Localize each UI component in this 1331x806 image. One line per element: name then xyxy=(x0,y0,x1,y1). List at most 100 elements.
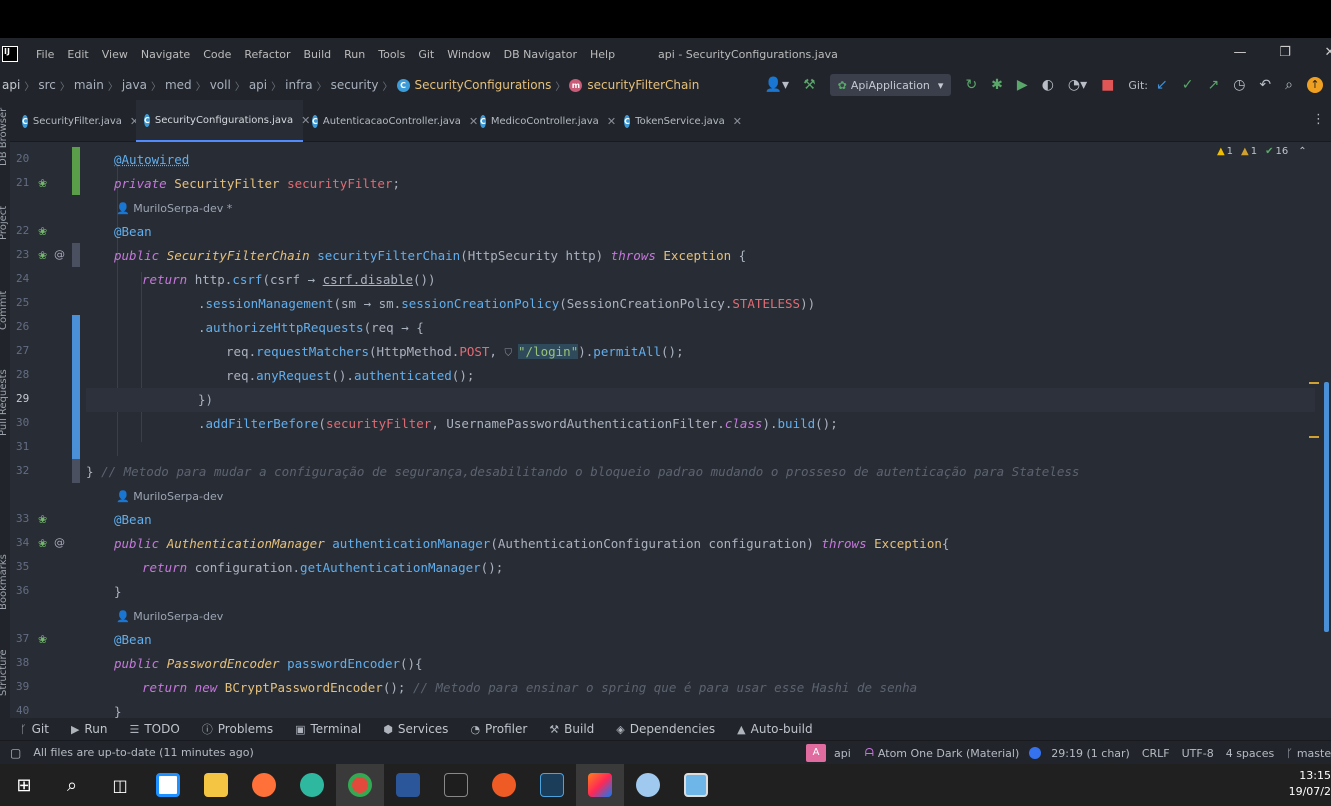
taskbar-app-terminal[interactable] xyxy=(432,764,480,806)
breadcrumb-item[interactable]: security xyxy=(331,78,379,92)
spring-bean-icon[interactable]: ❀ xyxy=(38,633,47,646)
taskbar-app-firefox[interactable] xyxy=(240,764,288,806)
breadcrumb-item[interactable]: api xyxy=(249,78,267,92)
breadcrumb-item[interactable]: src xyxy=(38,78,56,92)
spring-bean-icon[interactable]: ❀ xyxy=(38,249,47,262)
taskbar-app-store[interactable] xyxy=(144,764,192,806)
tool-git[interactable]: ᚴ Git xyxy=(20,722,49,736)
tool-pull-requests[interactable]: Pull Requests xyxy=(0,369,9,436)
vcs-marker[interactable] xyxy=(72,459,80,483)
error-stripe-mark[interactable] xyxy=(1309,436,1319,438)
status-message[interactable]: All files are up-to-date (11 minutes ago… xyxy=(33,746,253,759)
menu-window[interactable]: Window xyxy=(447,48,490,61)
more-run-icon[interactable]: ◔▾ xyxy=(1068,77,1087,93)
search-icon[interactable]: ⌕ xyxy=(1285,77,1293,93)
menu-edit[interactable]: Edit xyxy=(67,48,88,61)
git-update-icon[interactable]: ↙ xyxy=(1156,77,1168,93)
close-icon[interactable]: ✕ xyxy=(607,115,616,128)
breadcrumb-item[interactable]: med xyxy=(165,78,192,92)
stop-icon[interactable]: ■ xyxy=(1101,77,1114,93)
taskbar-app-intellij[interactable] xyxy=(576,764,624,806)
taskbar-app-photos[interactable] xyxy=(672,764,720,806)
override-icon[interactable]: @ xyxy=(54,248,65,261)
breadcrumb-item[interactable]: java xyxy=(122,78,147,92)
breadcrumb-item[interactable]: main xyxy=(74,78,104,92)
vcs-added-marker[interactable] xyxy=(72,147,80,195)
breadcrumb-item[interactable]: voll xyxy=(210,78,231,92)
menu-help[interactable]: Help xyxy=(590,48,615,61)
tab-securityfilter[interactable]: C SecurityFilter.java ✕ xyxy=(14,100,139,142)
run-config-select[interactable]: ✿ ApiApplication ▾ xyxy=(829,74,952,96)
taskbar-app-chrome[interactable] xyxy=(336,764,384,806)
spring-bean-icon[interactable]: ❀ xyxy=(38,537,47,550)
menu-db-navigator[interactable]: DB Navigator xyxy=(504,48,577,61)
system-clock[interactable]: 13:15 19/07/2 xyxy=(1289,768,1331,800)
menu-run[interactable]: Run xyxy=(344,48,365,61)
breadcrumb-item[interactable]: infra xyxy=(285,78,312,92)
tab-autenticacaocontroller[interactable]: C AutenticacaoController.java ✕ xyxy=(304,100,478,142)
tab-medicocontroller[interactable]: C MedicoController.java ✕ xyxy=(472,100,616,142)
tool-db-browser[interactable]: DB Browser xyxy=(0,108,9,166)
author-hint[interactable]: 👤 MuriloSerpa-dev xyxy=(116,610,223,623)
tab-tokenservice[interactable]: C TokenService.java ✕ xyxy=(616,100,742,142)
override-icon[interactable]: @ xyxy=(54,536,65,549)
search-button[interactable]: ⌕ xyxy=(48,764,96,806)
scrollbar-thumb[interactable] xyxy=(1324,382,1329,632)
spring-bean-icon[interactable]: ❀ xyxy=(38,513,47,526)
cursor-position[interactable]: 29:19 (1 char) xyxy=(1051,747,1130,760)
code-editor[interactable]: 20 21 22 23 24 25 26 27 28 29 30 31 32 3… xyxy=(10,142,1331,718)
theme-name[interactable]: Atom One Dark (Material) xyxy=(878,747,1019,760)
menu-view[interactable]: View xyxy=(102,48,128,61)
user-icon[interactable]: 👤▾ xyxy=(765,77,789,93)
error-stripe-mark[interactable] xyxy=(1309,382,1319,384)
spring-bean-icon[interactable]: ❀ xyxy=(38,177,47,190)
start-button[interactable]: ⊞ xyxy=(0,764,48,806)
author-hint[interactable]: 👤 MuriloSerpa-dev * xyxy=(116,202,232,215)
line-separator[interactable]: CRLF xyxy=(1142,747,1170,760)
git-commit-icon[interactable]: ✓ xyxy=(1182,77,1194,93)
coverage-icon[interactable]: ▶ xyxy=(1017,77,1028,93)
git-push-icon[interactable]: ↗ xyxy=(1207,77,1219,93)
taskbar-app-paint[interactable] xyxy=(624,764,672,806)
menu-code[interactable]: Code xyxy=(203,48,231,61)
tool-profiler[interactable]: ◔ Profiler xyxy=(470,722,527,736)
menu-refactor[interactable]: Refactor xyxy=(244,48,290,61)
tab-securityconfigurations[interactable]: C SecurityConfigurations.java ✕ xyxy=(136,100,310,142)
tool-terminal[interactable]: ▣ Terminal xyxy=(295,722,361,736)
close-icon[interactable]: ✕ xyxy=(733,115,742,128)
taskbar-app-word[interactable] xyxy=(384,764,432,806)
chevron-up-icon[interactable]: ⌃ xyxy=(1298,146,1306,157)
menu-navigate[interactable]: Navigate xyxy=(141,48,190,61)
rerun-icon[interactable]: ↻ xyxy=(965,77,977,93)
vcs-modified-marker[interactable] xyxy=(72,315,80,483)
tool-structure[interactable]: Structure xyxy=(0,649,9,696)
accent-dot-icon[interactable] xyxy=(1029,747,1042,759)
task-view-button[interactable]: ◫ xyxy=(96,764,144,806)
tool-services[interactable]: ⬢ Services xyxy=(383,722,448,736)
file-encoding[interactable]: UTF-8 xyxy=(1182,747,1214,760)
breadcrumb-method[interactable]: securityFilterChain xyxy=(587,78,699,92)
taskbar-app-explorer[interactable] xyxy=(192,764,240,806)
spring-bean-icon[interactable]: ❀ xyxy=(38,225,47,238)
taskbar-app-edge[interactable] xyxy=(288,764,336,806)
menu-git[interactable]: Git xyxy=(418,48,434,61)
more-options-icon[interactable]: ⋮ xyxy=(1312,112,1325,127)
tool-auto-build[interactable]: ▲ Auto-build xyxy=(737,722,812,736)
rollback-icon[interactable]: ↶ xyxy=(1259,77,1271,93)
tool-run[interactable]: ▶ Run xyxy=(71,722,107,736)
update-icon[interactable]: ↑ xyxy=(1307,77,1323,93)
tool-problems[interactable]: ⓘ Problems xyxy=(202,721,273,737)
indent-setting[interactable]: 4 spaces xyxy=(1226,747,1275,760)
tool-bookmarks[interactable]: Bookmarks xyxy=(0,554,9,610)
menu-file[interactable]: File xyxy=(36,48,54,61)
tool-project[interactable]: Project xyxy=(0,206,9,240)
maximize-icon[interactable]: ❐ xyxy=(1265,38,1305,70)
taskbar-app-postman[interactable] xyxy=(480,764,528,806)
taskbar-app-vscode[interactable] xyxy=(528,764,576,806)
minimize-icon[interactable]: — xyxy=(1220,38,1260,70)
inspection-widget[interactable]: ▲1 ▲1 ✔16 ⌃ ⌄ xyxy=(1217,146,1325,157)
tool-build[interactable]: ⚒ Build xyxy=(549,722,594,736)
vcs-marker[interactable] xyxy=(72,243,80,267)
tool-todo[interactable]: ☰ TODO xyxy=(129,722,179,736)
author-hint[interactable]: 👤 MuriloSerpa-dev xyxy=(116,490,223,503)
